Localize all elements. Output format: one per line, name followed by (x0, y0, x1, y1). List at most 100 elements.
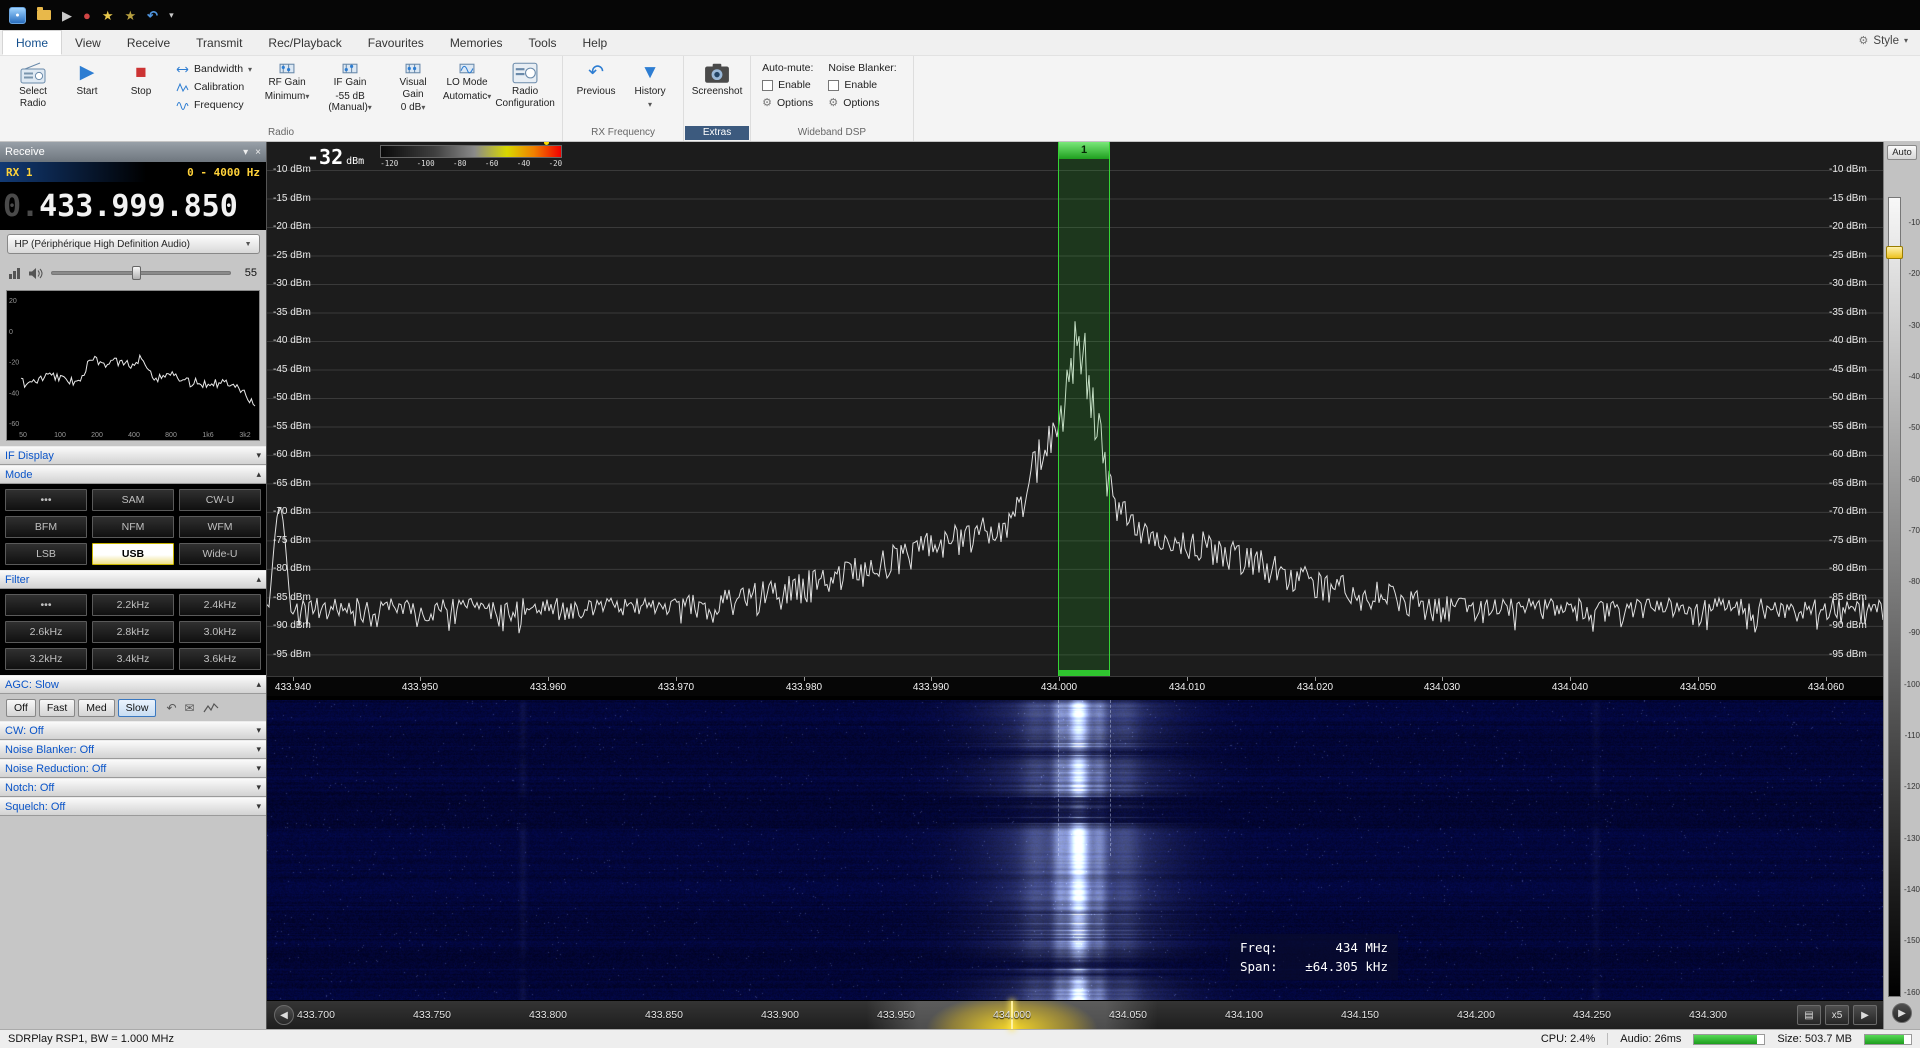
envelope-icon[interactable]: ✉ (185, 701, 195, 715)
auto-range-button[interactable]: Auto (1887, 145, 1917, 160)
calibration-button[interactable]: Calibration (173, 80, 255, 94)
mode-button-dots[interactable]: ••• (5, 489, 87, 511)
favourite-icon[interactable]: ★ (102, 9, 114, 22)
style-selector[interactable]: ⚙ Style ▾ (1859, 34, 1908, 48)
section-header-notch-off[interactable]: Notch: Off ▾ (0, 778, 266, 797)
agc-section-header[interactable]: AGC: Slow ▴ (0, 675, 266, 694)
panel-close-icon[interactable]: × (255, 147, 261, 158)
filter-button-2-4khz[interactable]: 2.4kHz (179, 594, 261, 616)
graph-icon[interactable] (203, 702, 219, 714)
mode-button-bfm[interactable]: BFM (5, 516, 87, 538)
rf-gain-dropdown[interactable]: RF Gain Minimum▾ (260, 59, 314, 105)
rx-band-highlight[interactable]: 1 (1058, 142, 1110, 676)
auto-mute-options-button[interactable]: ⚙ Options (762, 96, 813, 110)
volume-slider-handle[interactable] (132, 266, 141, 280)
tab-help[interactable]: Help (570, 30, 621, 55)
chevron-down-icon[interactable]: ▾ (256, 450, 261, 461)
volume-slider[interactable] (51, 265, 231, 281)
waterfall-canvas[interactable] (267, 700, 1883, 1000)
previous-frequency-button[interactable]: ↶ Previous (569, 59, 623, 101)
agc-button-med[interactable]: Med (78, 698, 115, 717)
band-scroll-right-button[interactable]: ▶ (1853, 1005, 1877, 1025)
rx-marker-tab[interactable]: 1 (1059, 142, 1109, 159)
lo-mode-dropdown[interactable]: LO Mode Automatic▾ (440, 59, 494, 105)
stop-button[interactable]: ■ Stop (114, 59, 168, 101)
chevron-up-icon[interactable]: ▴ (256, 469, 261, 480)
frequency-display[interactable]: 0. 433.999.850 (0, 182, 266, 230)
mode-button-nfm[interactable]: NFM (92, 516, 174, 538)
record-icon[interactable]: ● (83, 9, 91, 22)
play-icon[interactable]: ▶ (62, 9, 72, 22)
undo-icon[interactable]: ↶ (166, 701, 176, 715)
filter-button-3-6khz[interactable]: 3.6kHz (179, 648, 261, 670)
agc-button-slow[interactable]: Slow (117, 698, 157, 717)
filter-button-2-2khz[interactable]: 2.2kHz (92, 594, 174, 616)
screenshot-button[interactable]: Screenshot (690, 59, 744, 101)
band-next-button[interactable]: ▶ (1892, 1003, 1912, 1023)
chevron-down-icon[interactable]: ▾ (256, 801, 261, 812)
tab-receive[interactable]: Receive (114, 30, 183, 55)
frequency-button[interactable]: Frequency (173, 98, 255, 112)
colorbar-gradient[interactable] (380, 142, 563, 158)
if-display-section-header[interactable]: IF Display ▾ (0, 446, 266, 465)
section-header-noise-blanker-off[interactable]: Noise Blanker: Off ▾ (0, 740, 266, 759)
receive-panel-header[interactable]: Receive ▾ × (0, 142, 266, 162)
filter-button-3-0khz[interactable]: 3.0kHz (179, 621, 261, 643)
panel-collapse-icon[interactable]: ▾ (243, 147, 248, 158)
tab-favourites[interactable]: Favourites (355, 30, 437, 55)
filter-button-2-6khz[interactable]: 2.6kHz (5, 621, 87, 643)
section-header-cw-off[interactable]: CW: Off ▾ (0, 721, 266, 740)
filter-section-header[interactable]: Filter ▴ (0, 570, 266, 589)
agc-button-off[interactable]: Off (6, 698, 36, 717)
mode-button-lsb[interactable]: LSB (5, 543, 87, 565)
section-header-squelch-off[interactable]: Squelch: Off ▾ (0, 797, 266, 816)
bandwidth-button[interactable]: Bandwidth ▾ (173, 62, 255, 76)
tab-home[interactable]: Home (2, 30, 63, 55)
frequency-history-dropdown[interactable]: ▼ History ▾ (623, 59, 677, 112)
chevron-up-icon[interactable]: ▴ (256, 679, 261, 690)
toolbar-options-icon[interactable]: ▾ (169, 10, 174, 20)
level-slider-handle[interactable] (1886, 246, 1903, 259)
start-button[interactable]: ▶ Start (60, 59, 114, 101)
chevron-down-icon[interactable]: ▾ (256, 782, 261, 793)
noise-blanker-options-button[interactable]: ⚙ Options (828, 96, 896, 110)
mode-button-cw-u[interactable]: CW-U (179, 489, 261, 511)
waterfall[interactable]: Freq: 434 MHz Span: ±64.305 kHz (267, 700, 1883, 1000)
tab-tools[interactable]: Tools (516, 30, 570, 55)
tab-rec-playback[interactable]: Rec/Playback (255, 30, 354, 55)
filter-button-2-8khz[interactable]: 2.8kHz (92, 621, 174, 643)
filter-button-3-2khz[interactable]: 3.2kHz (5, 648, 87, 670)
zoom-level-button[interactable]: x5 (1825, 1005, 1849, 1025)
favourite-add-icon[interactable]: ★ (125, 9, 137, 22)
section-header-noise-reduction-off[interactable]: Noise Reduction: Off ▾ (0, 759, 266, 778)
level-slider-track[interactable] (1888, 197, 1901, 997)
filter-button-dots[interactable]: ••• (5, 594, 87, 616)
spectrum-plot[interactable]: -10 dBm -15 dBm -20 dBm -25 dBm -30 dBm -35 d… (267, 142, 1883, 676)
open-file-icon[interactable] (37, 7, 51, 20)
keyboard-entry-button[interactable]: ▤ (1797, 1005, 1821, 1025)
chevron-up-icon[interactable]: ▴ (256, 574, 261, 585)
agc-button-fast[interactable]: Fast (38, 698, 76, 717)
mode-button-usb[interactable]: USB (92, 543, 174, 565)
if-gain-dropdown[interactable]: IF Gain -55 dB (Manual)▾ (314, 59, 386, 117)
audio-device-select[interactable]: HP (Périphérique High Definition Audio) … (6, 234, 260, 254)
tab-view[interactable]: View (62, 30, 114, 55)
visual-gain-dropdown[interactable]: Visual Gain 0 dB▾ (386, 59, 440, 117)
mode-button-wfm[interactable]: WFM (179, 516, 261, 538)
tab-memories[interactable]: Memories (437, 30, 516, 55)
select-radio-button[interactable]: Select Radio (6, 59, 60, 112)
filter-button-3-4khz[interactable]: 3.4kHz (92, 648, 174, 670)
band-navigation-bar[interactable]: ◀ ▤ x5 ▶ 433.700 433.750 433.800 433.850 433… (267, 1000, 1883, 1029)
mode-button-sam[interactable]: SAM (92, 489, 174, 511)
tab-transmit[interactable]: Transmit (183, 30, 255, 55)
chevron-down-icon[interactable]: ▾ (256, 744, 261, 755)
mode-button-wide-u[interactable]: Wide-U (179, 543, 261, 565)
chevron-down-icon[interactable]: ▾ (256, 763, 261, 774)
chevron-down-icon[interactable]: ▾ (256, 725, 261, 736)
radio-configuration-button[interactable]: Radio Configuration (494, 59, 556, 112)
mode-section-header[interactable]: Mode ▴ (0, 465, 266, 484)
undo-icon[interactable]: ↶ (147, 9, 158, 22)
speaker-icon[interactable] (28, 267, 43, 280)
noise-blanker-enable-checkbox[interactable]: Enable (828, 79, 896, 91)
auto-mute-enable-checkbox[interactable]: Enable (762, 79, 813, 91)
